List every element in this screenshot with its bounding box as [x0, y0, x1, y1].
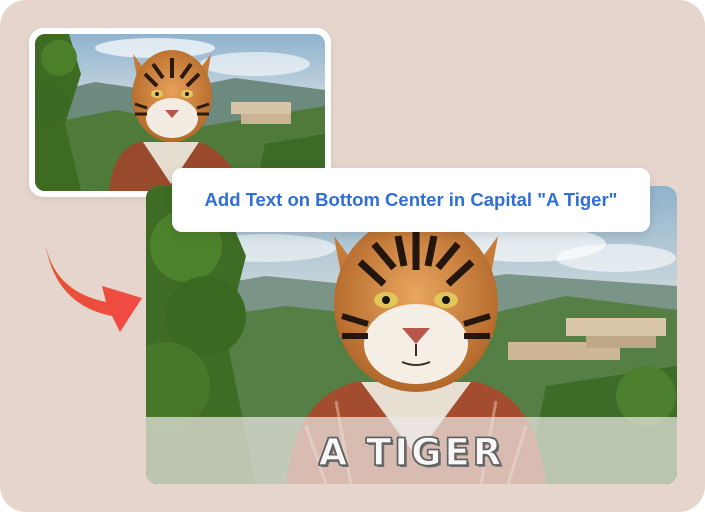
caption-text: A TIGER: [318, 430, 505, 474]
caption-band: A TIGER: [146, 417, 677, 484]
prompt-bubble: Add Text on Bottom Center in Capital "A …: [172, 168, 650, 232]
showcase-card: A TIGER Add Text on Bottom Center in Cap…: [0, 0, 705, 512]
curved-arrow-icon: [44, 232, 142, 332]
prompt-text: Add Text on Bottom Center in Capital "A …: [204, 189, 618, 210]
